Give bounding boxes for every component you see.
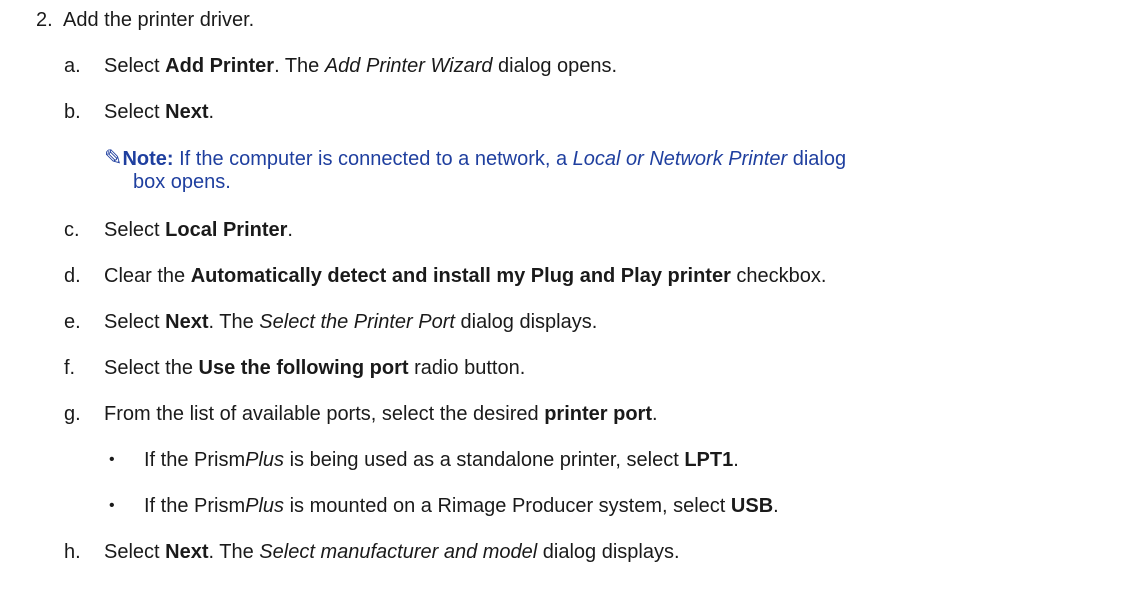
substep-letter: a. xyxy=(64,55,81,77)
substep-letter: h. xyxy=(64,541,81,563)
bullet-text: If the PrismPlus is being used as a stan… xyxy=(144,449,739,471)
substep-letter: b. xyxy=(64,101,81,123)
bullet-icon: • xyxy=(109,451,115,468)
substep-text: Select Local Printer. xyxy=(104,219,293,241)
note-label: Note: xyxy=(122,148,174,170)
note-line-1: ✎Note: If the computer is connected to a… xyxy=(104,145,847,171)
bullet-text: If the PrismPlus is mounted on a Rimage … xyxy=(144,495,779,517)
step-text: Add the printer driver. xyxy=(63,9,255,31)
step-number: 2. xyxy=(36,9,53,31)
substep-letter: f. xyxy=(64,357,76,379)
substep-letter: e. xyxy=(64,311,81,333)
substep-text: Select Next. xyxy=(104,101,215,123)
substep-text: Select Next. The Select manufacturer and… xyxy=(104,541,680,563)
pencil-icon: ✎ xyxy=(104,145,123,170)
substep-letter: c. xyxy=(64,219,80,241)
substep-text: Select the Use the following port radio … xyxy=(104,357,526,379)
substep-text: From the list of available ports, select… xyxy=(104,403,658,425)
bullet-icon: • xyxy=(109,497,115,514)
note-line-2: box opens. xyxy=(133,171,231,193)
substep-text: Select Next. The Select the Printer Port… xyxy=(104,311,598,333)
document-page: 2. Add the printer driver. a. Select Add… xyxy=(0,0,1122,592)
substep-text: Clear the Automatically detect and insta… xyxy=(104,265,827,287)
substep-letter: d. xyxy=(64,265,81,287)
substep-text: Select Add Printer. The Add Printer Wiza… xyxy=(104,55,618,77)
substep-letter: g. xyxy=(64,403,81,425)
